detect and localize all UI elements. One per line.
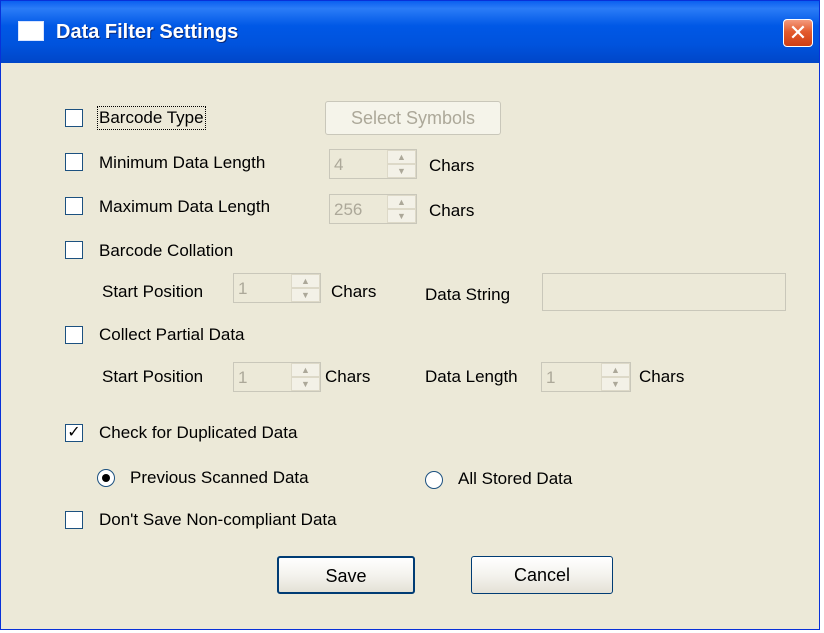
cancel-button[interactable]: Cancel bbox=[471, 556, 613, 594]
radio-previous-label[interactable]: Previous Scanned Data bbox=[130, 468, 309, 488]
spin-up-icon[interactable]: ▲ bbox=[387, 150, 416, 164]
noncompliant-checkbox[interactable] bbox=[65, 511, 83, 529]
spin-down-icon[interactable]: ▼ bbox=[387, 164, 416, 178]
window-icon bbox=[18, 21, 44, 41]
barcode-type-label[interactable]: Barcode Type bbox=[97, 106, 206, 130]
max-length-value[interactable]: 256 bbox=[334, 200, 362, 220]
collation-checkbox[interactable] bbox=[65, 241, 83, 259]
duplicates-checkbox[interactable]: ✓ bbox=[65, 424, 83, 442]
dialog-window: Data Filter Settings ✕ Barcode Type Sele… bbox=[0, 0, 820, 630]
partial-label[interactable]: Collect Partial Data bbox=[99, 325, 245, 345]
partial-start-value[interactable]: 1 bbox=[238, 368, 247, 388]
data-string-label: Data String bbox=[425, 285, 511, 304]
spin-up-icon[interactable]: ▲ bbox=[291, 363, 320, 377]
radio-all-stored[interactable] bbox=[425, 471, 443, 489]
radio-previous-scanned[interactable] bbox=[97, 469, 115, 487]
radio-selected-dot bbox=[102, 474, 110, 482]
spin-up-icon[interactable]: ▲ bbox=[387, 195, 416, 209]
min-length-spinner[interactable]: 4 ▲ ▼ bbox=[329, 149, 417, 179]
collation-start-spinner[interactable]: 1 ▲ ▼ bbox=[233, 273, 321, 303]
spin-down-icon[interactable]: ▼ bbox=[601, 377, 630, 391]
max-length-spinner[interactable]: 256 ▲ ▼ bbox=[329, 194, 417, 224]
window-title: Data Filter Settings bbox=[56, 21, 239, 43]
min-length-value[interactable]: 4 bbox=[334, 155, 343, 175]
partial-length-value[interactable]: 1 bbox=[546, 368, 555, 388]
collation-label[interactable]: Barcode Collation bbox=[99, 241, 233, 261]
save-button[interactable]: Save bbox=[277, 556, 415, 594]
max-length-unit: Chars bbox=[429, 201, 475, 220]
noncompliant-label[interactable]: Don't Save Non-compliant Data bbox=[99, 510, 337, 530]
data-string-input[interactable] bbox=[542, 273, 786, 311]
partial-start-spinner[interactable]: 1 ▲ ▼ bbox=[233, 362, 321, 392]
radio-all-label[interactable]: All Stored Data bbox=[458, 469, 572, 489]
min-length-label[interactable]: Minimum Data Length bbox=[99, 153, 265, 173]
collation-start-value[interactable]: 1 bbox=[238, 279, 247, 299]
partial-length-spinner[interactable]: 1 ▲ ▼ bbox=[541, 362, 631, 392]
max-length-label[interactable]: Maximum Data Length bbox=[99, 197, 270, 217]
partial-checkbox[interactable] bbox=[65, 326, 83, 344]
collation-start-label: Start Position bbox=[102, 282, 204, 301]
partial-start-unit: Chars bbox=[325, 367, 371, 386]
max-length-checkbox[interactable] bbox=[65, 197, 83, 215]
spin-down-icon[interactable]: ▼ bbox=[387, 209, 416, 223]
min-length-checkbox[interactable] bbox=[65, 153, 83, 171]
min-length-unit: Chars bbox=[429, 156, 475, 175]
partial-length-label: Data Length bbox=[425, 367, 518, 386]
close-button[interactable]: ✕ bbox=[783, 19, 813, 47]
title-bar[interactable]: Data Filter Settings ✕ bbox=[1, 1, 819, 63]
collation-start-unit: Chars bbox=[331, 282, 377, 301]
partial-length-unit: Chars bbox=[639, 367, 685, 386]
spin-up-icon[interactable]: ▲ bbox=[601, 363, 630, 377]
partial-start-label: Start Position bbox=[102, 367, 204, 386]
spin-up-icon[interactable]: ▲ bbox=[291, 274, 320, 288]
spin-down-icon[interactable]: ▼ bbox=[291, 377, 320, 391]
duplicates-label[interactable]: Check for Duplicated Data bbox=[99, 423, 297, 443]
select-symbols-button[interactable]: Select Symbols bbox=[325, 101, 501, 135]
spin-down-icon[interactable]: ▼ bbox=[291, 288, 320, 302]
barcode-type-checkbox[interactable] bbox=[65, 109, 83, 127]
